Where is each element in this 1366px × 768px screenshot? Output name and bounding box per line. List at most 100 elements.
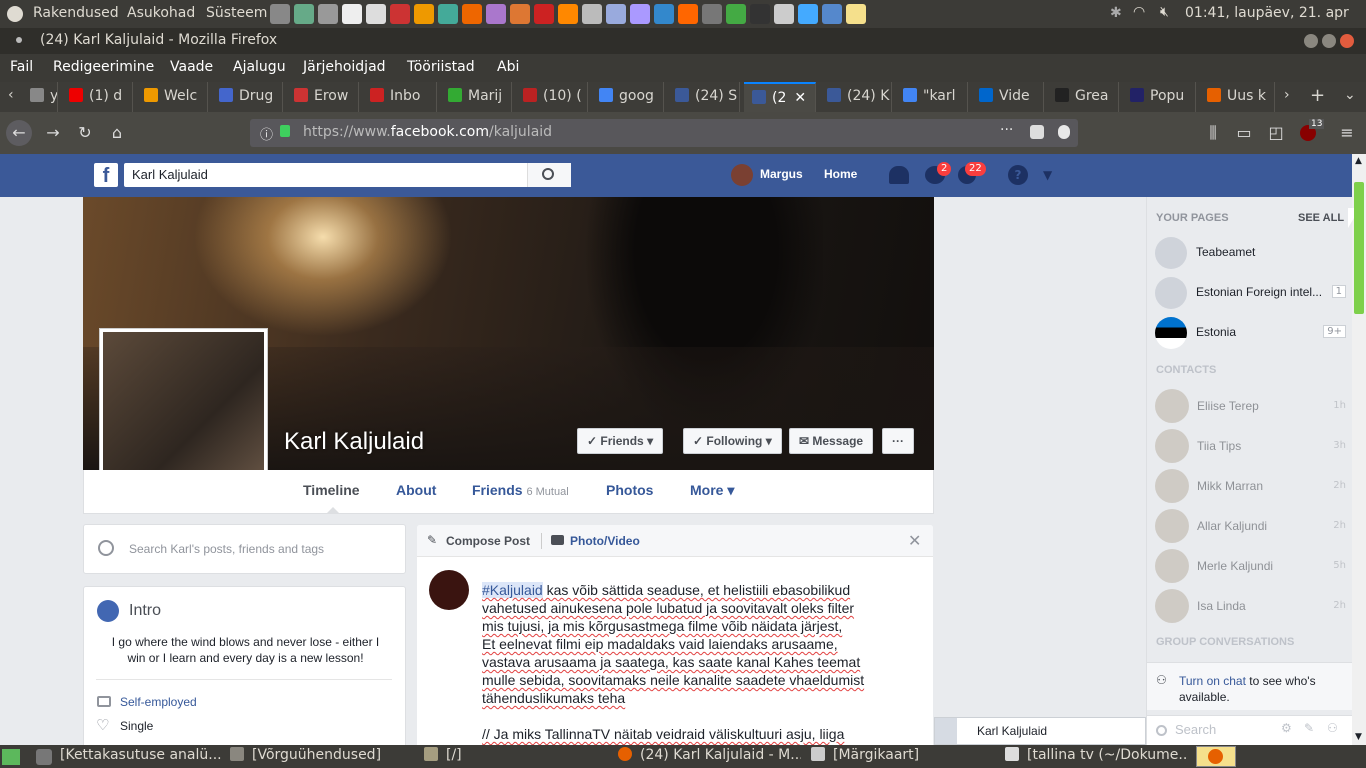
launcher-icon[interactable] [390, 4, 410, 24]
hamburger-menu-icon[interactable]: ≡ [1334, 120, 1360, 146]
task-firefox[interactable]: (24) Karl Kaljulaid - M... [618, 747, 801, 767]
window-titlebar[interactable]: (24) Karl Kaljulaid - Mozilla Firefox [0, 28, 1366, 54]
contact-item[interactable]: Eliise Terep 1h [1155, 389, 1350, 423]
browser-tab[interactable]: Vide [971, 82, 1044, 112]
user-name-link[interactable]: Margus [760, 167, 803, 181]
tab-about[interactable]: About [396, 482, 436, 498]
menu-places[interactable]: Asukohad [127, 5, 195, 21]
menu-view[interactable]: Vaade [170, 59, 213, 75]
launcher-icon[interactable] [294, 4, 314, 24]
menu-file[interactable]: Fail [10, 59, 33, 75]
browser-tab[interactable]: ycl [22, 82, 58, 112]
launcher-icon[interactable] [462, 4, 482, 24]
launcher-icon[interactable] [486, 4, 506, 24]
menu-system[interactable]: Süsteem [206, 5, 267, 21]
page-actions-icon[interactable]: ··· [1000, 122, 1013, 138]
browser-tab[interactable]: Inbo [362, 82, 437, 112]
browser-tab[interactable]: (1) d [61, 82, 133, 112]
launcher-icon[interactable] [678, 4, 698, 24]
launcher-icon[interactable] [726, 4, 746, 24]
launcher-icon[interactable] [702, 4, 722, 24]
task-files[interactable]: [/] [424, 747, 604, 767]
menu-tools[interactable]: Tööriistad [407, 59, 475, 75]
help-icon[interactable]: ? [1008, 165, 1028, 185]
menu-edit[interactable]: Redigeerimine [53, 59, 154, 75]
scroll-thumb[interactable] [1354, 182, 1364, 314]
contact-item[interactable]: Allar Kaljundi 2h [1155, 509, 1350, 543]
message-button[interactable]: ✉ Message [789, 428, 874, 454]
browser-tab[interactable]: "karl [895, 82, 968, 112]
home-link[interactable]: Home [824, 167, 857, 181]
screenshot-icon[interactable]: ◰ [1263, 120, 1289, 146]
home-button[interactable]: ⌂ [104, 120, 130, 146]
scroll-down-icon[interactable]: ▼ [1355, 732, 1362, 742]
show-desktop-icon[interactable] [2, 749, 20, 765]
turn-on-chat-link[interactable]: Turn on chat [1179, 674, 1246, 688]
task-charmap[interactable]: [Märgikaart] [811, 747, 991, 767]
chat-search-input[interactable]: Search ⚙ ✎ ⚇ [1147, 715, 1353, 745]
user-avatar[interactable] [731, 164, 753, 186]
browser-tab[interactable]: Uus k [1199, 82, 1275, 112]
launcher-icon[interactable] [534, 4, 554, 24]
info-icon[interactable]: ⓘ [260, 124, 273, 143]
browser-tab[interactable]: (2 ✕ [744, 82, 816, 112]
wifi-icon[interactable]: ◠ [1133, 4, 1145, 20]
url-bar[interactable]: ⓘ https://www.facebook.com/kaljulaid ··· [250, 119, 1078, 147]
see-all-link[interactable]: SEE ALL [1298, 212, 1344, 224]
add-people-icon[interactable]: ⚇ [1327, 721, 1338, 735]
launcher-icon[interactable] [750, 4, 770, 24]
launcher-icon[interactable] [798, 4, 818, 24]
menu-help[interactable]: Abi [497, 59, 519, 75]
pocket-icon[interactable] [1030, 125, 1044, 139]
task-editor[interactable]: [tallina tv (~/Dokume... [1005, 747, 1188, 767]
post-textarea[interactable]: #Kaljulaid kas võib sättida seaduse, et … [482, 581, 882, 743]
contact-item[interactable]: Isa Linda 2h [1155, 589, 1350, 623]
tab-timeline[interactable]: Timeline [303, 482, 360, 498]
friends-button[interactable]: ✓ Friends ▾ [577, 428, 664, 454]
minimize-button[interactable] [1304, 34, 1318, 48]
reload-button[interactable]: ↻ [72, 120, 98, 146]
extension-icon[interactable] [1058, 125, 1070, 139]
launcher-icon[interactable] [606, 4, 626, 24]
clock[interactable]: 01:41, laupäev, 21. apr [1185, 5, 1349, 21]
launcher-icon[interactable] [822, 4, 842, 24]
launcher-icon[interactable] [414, 4, 434, 24]
tab-photos[interactable]: Photos [606, 482, 653, 498]
volume-mute-icon[interactable]: 🔇︎ [1160, 4, 1169, 20]
sidebar-page-item[interactable]: Estonia 9+ [1155, 317, 1350, 349]
close-tab-icon[interactable]: ✕ [794, 90, 806, 106]
tab-more[interactable]: More ▾ [690, 482, 734, 499]
maximize-button[interactable] [1322, 34, 1336, 48]
launcher-icon[interactable] [774, 4, 794, 24]
chat-tab[interactable]: Karl Kaljulaid [934, 717, 1146, 745]
launcher-icon[interactable] [438, 4, 458, 24]
new-tab-button[interactable]: + [1310, 85, 1325, 106]
close-composer-icon[interactable]: ✕ [908, 531, 921, 550]
contact-item[interactable]: Merle Kaljundi 5h [1155, 549, 1350, 583]
tab-compose-post[interactable]: Compose Post [446, 534, 530, 548]
sidebar-page-item[interactable]: Teabeamet [1155, 237, 1350, 269]
task-network[interactable]: [Võrguühendused] [230, 747, 410, 767]
launcher-icon[interactable] [510, 4, 530, 24]
browser-tab[interactable]: Drug [211, 82, 283, 112]
launcher-icon[interactable] [654, 4, 674, 24]
account-dropdown-icon[interactable]: ▼ [1043, 168, 1052, 182]
tab-scroll-right-icon[interactable]: › [1284, 87, 1290, 103]
browser-tab[interactable]: Erow [286, 82, 359, 112]
browser-tab[interactable]: (10) ( [515, 82, 588, 112]
library-icon[interactable]: ⫼ [1200, 120, 1226, 146]
tab-friends[interactable]: Friends 6 Mutual [472, 482, 569, 498]
page-scrollbar[interactable]: ▲ ▼ [1352, 154, 1366, 745]
following-button[interactable]: ✓ Following ▾ [683, 428, 782, 454]
facebook-search-input[interactable]: Karl Kaljulaid [124, 163, 571, 187]
browser-tab[interactable]: (24) S [667, 82, 740, 112]
tab-list-icon[interactable]: ⌄ [1344, 87, 1356, 103]
launcher-icon[interactable] [630, 4, 650, 24]
launcher-icon[interactable] [270, 4, 290, 24]
task-disk-usage[interactable]: [Kettakasutuse analü... [60, 747, 225, 767]
launcher-icon[interactable] [318, 4, 338, 24]
tab-photo-video[interactable]: Photo/Video [570, 534, 640, 548]
new-message-icon[interactable]: ✎ [1304, 721, 1314, 735]
tab-scroll-left-icon[interactable]: ‹ [8, 87, 14, 103]
close-window-button[interactable] [1340, 34, 1354, 48]
